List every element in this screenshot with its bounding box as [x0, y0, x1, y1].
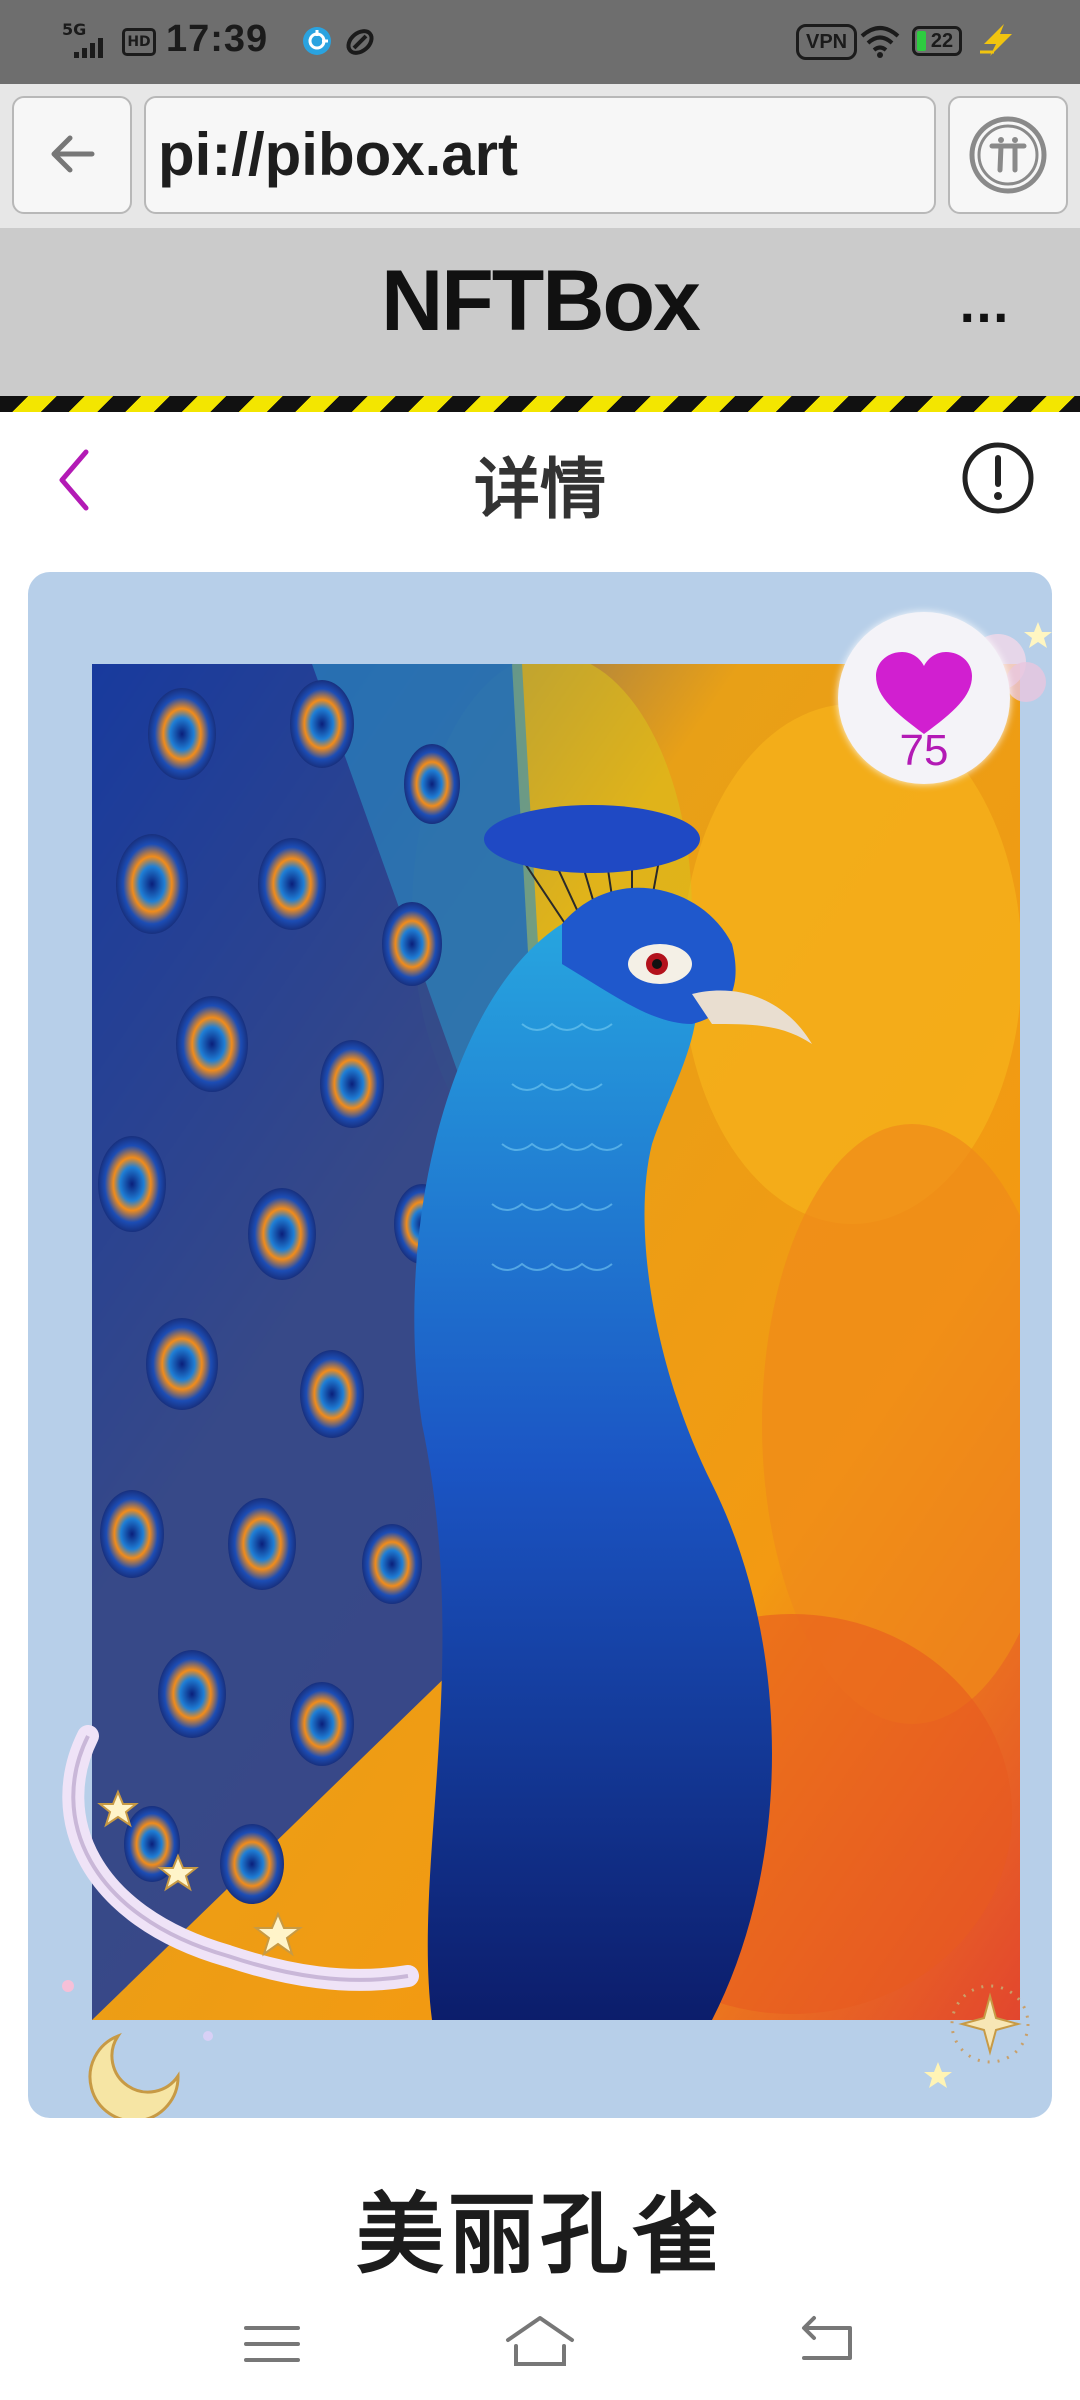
- url-field[interactable]: pi://pibox.art: [144, 96, 936, 214]
- more-menu-button[interactable]: ...: [944, 286, 1024, 336]
- nft-card[interactable]: 75: [28, 572, 1052, 2118]
- battery-icon: 22: [912, 26, 962, 56]
- page-title: 详情: [474, 451, 606, 528]
- app-title: NFTBox: [381, 253, 701, 349]
- pi-wallet-button[interactable]: [948, 96, 1068, 214]
- browser-back-button[interactable]: [12, 96, 132, 214]
- moon-ribbon-decoration: [62, 1725, 419, 2118]
- battery-level: 22: [930, 30, 954, 52]
- wifi-icon: [860, 26, 900, 58]
- browser-toolbar: pi://pibox.art: [0, 84, 1080, 230]
- hazard-stripe-divider: [0, 396, 1080, 412]
- nft-title: 美丽孔雀: [355, 2183, 724, 2286]
- pi-network-icon: [969, 116, 1047, 194]
- arrow-left-icon: [51, 135, 95, 173]
- heart-icon: [876, 652, 972, 734]
- info-button[interactable]: [960, 440, 1036, 516]
- page-header: 详情: [0, 412, 1080, 552]
- system-navigation-bar: [0, 2280, 1080, 2400]
- signal-icon: [74, 38, 103, 58]
- link-notification-icon: [346, 29, 374, 55]
- charging-bolt-icon: [980, 24, 1012, 56]
- clock: 17:39: [166, 18, 269, 60]
- home-icon[interactable]: [500, 2310, 580, 2372]
- info-icon: [962, 442, 1034, 514]
- sparkle-decoration: [924, 1984, 1030, 2088]
- app-notification-icon: [303, 27, 331, 55]
- like-badge[interactable]: 75: [838, 612, 1010, 784]
- menu-icon[interactable]: [240, 2316, 304, 2372]
- app-header: NFTBox ...: [0, 228, 1080, 396]
- hd-icon: HD: [122, 28, 156, 56]
- vpn-indicator: VPN: [796, 24, 858, 60]
- back-icon[interactable]: [794, 2312, 858, 2370]
- like-count: 75: [899, 726, 949, 775]
- status-bar: 5G HD 17:39 VPN 22: [0, 0, 1080, 84]
